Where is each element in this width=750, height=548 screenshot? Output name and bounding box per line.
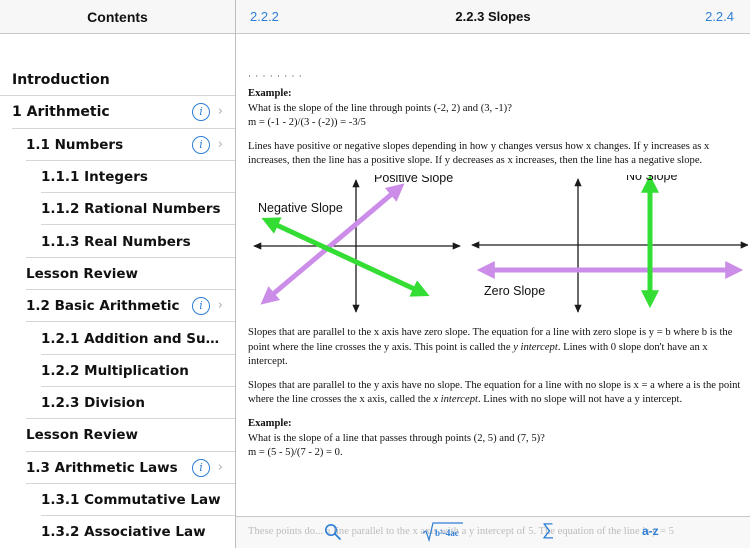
toc-item[interactable]: 1.1.1 Integers [0,161,235,194]
toc-item-label: 1 Arithmetic [12,104,110,121]
sidebar-title: Contents [87,8,148,25]
toc-item[interactable]: 1.2.3 Division [0,387,235,420]
toc-item[interactable]: 1 Arithmetic i › [0,96,235,129]
toc-item-label: 1.1.1 Integers [41,169,148,186]
sigma-icon[interactable]: ∑ [542,520,554,540]
left-axes [253,179,461,313]
info-icon[interactable]: i [192,297,210,316]
toc-item[interactable]: 1.2 Basic Arithmetic i › [0,290,235,323]
toc-item-label: 1.3 Arithmetic Laws [26,459,178,476]
slopes-figure: Positive Slope Negative Slope No Slope Z… [253,174,748,313]
toc-item[interactable]: 1.2.1 Addition and Subtr... [0,322,235,355]
toc-item[interactable]: 1.1 Numbers i › [0,129,235,162]
chevron-right-icon: › [217,298,223,314]
example-question: What is the slope of the line through po… [248,102,512,114]
clipped-text-line: · · · · · · · · [248,72,303,81]
example-heading: Example: [248,417,292,429]
toc-item[interactable]: Lesson Review [0,419,235,452]
info-icon[interactable]: i [192,103,210,122]
toc-item[interactable]: Lesson Review [0,258,235,291]
paragraph-no-slope: Slopes that are parallel to the y axis h… [248,379,750,408]
toc-item-label: 1.2 Basic Arithmetic [26,298,180,315]
positive-slope-label: Positive Slope [374,175,453,185]
index-button[interactable]: a-z [642,524,659,538]
no-slope-text-end: . Lines with no slope will not have a y … [477,394,683,406]
page-title: 2.2.3 Slopes [455,9,531,24]
example-question: What is the slope of a line that passes … [248,432,545,444]
chevron-right-icon: › [217,136,223,152]
toc-item-label: 1.3.2 Associative Law [41,524,206,541]
sidebar: Contents Introduction 1 Arithmetic i › 1.1 N… [0,0,235,548]
negative-slope-label: Negative Slope [258,201,343,215]
zero-slope-label: Zero Slope [484,284,545,298]
toc-item[interactable]: Introduction [0,64,235,97]
next-section-link[interactable]: 2.2.4 [705,9,734,24]
toc-item-label: Lesson Review [26,265,139,282]
toc-item-label: 1.1 Numbers [26,136,124,153]
chevron-right-icon: › [217,104,223,120]
toc-item-label: 1.3.1 Commutative Law [41,492,221,508]
toc-item[interactable]: 1.1.3 Real Numbers [0,225,235,259]
toc-item-label: 1.2.3 Division [41,395,145,412]
no-slope-label: No Slope [626,175,677,183]
toc-item-label: Lesson Review [26,427,139,444]
info-icon[interactable]: i [192,135,210,154]
toc-item[interactable]: 1.2.2 Multiplication [0,355,235,388]
formula-icon[interactable]: b²-4ac [422,521,464,548]
underlying-text: These points do... a line parallel to th… [248,526,674,537]
toc-item-label: 1.1.3 Real Numbers [41,233,191,250]
toc-item[interactable]: 1.3.2 Associative Law [0,516,235,548]
bottom-toolbar: These points do... a line parallel to th… [236,516,750,548]
y-intercept-term: y intercept [513,341,558,353]
toc-item-label: Introduction [12,72,110,89]
main-content-pane: 2.2.2 2.2.3 Slopes 2.2.4 · · · · · · · ·… [236,0,750,548]
toc-item-label: 1.2.1 Addition and Subtr... [41,330,226,347]
table-of-contents: Introduction 1 Arithmetic i › 1.1 Numbers i › 1… [0,64,235,548]
toc-item-label: 1.2.2 Multiplication [41,362,189,379]
toc-item[interactable]: 1.3 Arithmetic Laws i › [0,452,235,485]
paragraph-zero-slope: Slopes that are parallel to the x axis h… [248,326,750,370]
chevron-right-icon: › [217,459,223,475]
example-2: Example: What is the slope of a line tha… [248,417,750,461]
toc-item-label: 1.1.2 Rational Numbers [41,201,221,218]
example-1: Example: What is the slope of the line t… [248,87,750,131]
paragraph-slopes-intro: Lines have positive or negative slopes d… [248,140,710,167]
toc-item[interactable]: 1.3.1 Commutative Law [0,484,235,517]
info-icon[interactable]: i [192,458,210,477]
toc-item[interactable]: 1.1.2 Rational Numbers [0,193,235,226]
x-intercept-term: x intercept [433,394,478,406]
search-icon[interactable] [324,523,342,546]
example-answer: m = (5 - 5)/(7 - 2) = 0. [248,447,343,459]
sidebar-header: Contents [0,0,235,34]
formula-label: b²-4ac [435,528,459,538]
example-heading: Example: [248,88,292,99]
article-body: · · · · · · · · Example: What is the slo… [248,72,750,461]
page-header: 2.2.2 2.2.3 Slopes 2.2.4 [236,0,750,34]
example-answer: m = (-1 - 2)/(3 - (-2)) = -3/5 [248,117,366,129]
